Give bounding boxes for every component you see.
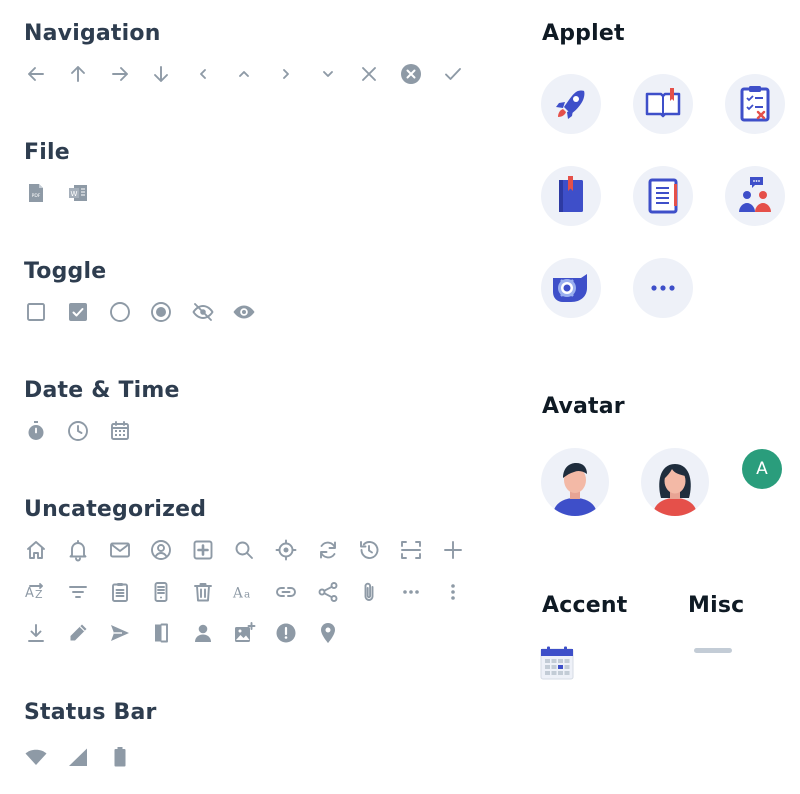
male-avatar[interactable] [541,448,609,516]
section-title-accent: Accent [542,593,628,618]
section-title-status-bar: Status Bar [24,700,157,725]
section-title-avatar: Avatar [542,394,625,419]
female-avatar[interactable] [641,448,709,516]
font-icon[interactable]: Aa [232,580,256,604]
section-title-misc: Misc [688,593,745,618]
attachment-icon[interactable] [357,580,381,604]
arrow-down-icon[interactable] [149,62,173,86]
checkbox-empty-icon[interactable] [24,300,48,324]
plus-square-icon[interactable] [191,538,215,562]
checkbox-checked-icon[interactable] [66,300,90,324]
svg-text:A: A [232,586,243,602]
locate-icon[interactable] [274,538,298,562]
notebook-icon[interactable] [541,166,601,226]
arrow-right-icon[interactable] [108,62,132,86]
link-icon[interactable] [274,580,298,604]
sort-az-icon[interactable]: AZ [24,580,48,604]
calendar-accent-icon[interactable] [540,646,574,680]
book-icon[interactable] [633,74,693,134]
alert-icon[interactable] [274,621,298,645]
mail-icon[interactable] [108,538,132,562]
eye-off-icon[interactable] [191,300,215,324]
chevron-left-icon[interactable] [191,62,215,86]
battery-icon [108,745,132,769]
share-icon[interactable] [316,580,340,604]
clipboard-icon[interactable] [108,580,132,604]
rocket-icon[interactable] [541,74,601,134]
signal-icon [66,745,90,769]
bell-icon[interactable] [66,538,90,562]
stopwatch-icon[interactable] [24,419,48,443]
plus-icon[interactable] [441,538,465,562]
word-file-icon[interactable]: W [66,181,90,205]
wifi-icon [24,745,48,769]
search-icon[interactable] [232,538,256,562]
chevron-down-icon[interactable] [316,62,340,86]
add-image-icon[interactable] [232,621,256,645]
eye-icon[interactable] [232,300,256,324]
svg-text:Z: Z [35,588,43,601]
chevron-up-icon[interactable] [232,62,256,86]
calendar-icon[interactable] [108,419,132,443]
scan-icon[interactable] [399,538,423,562]
checklist-icon[interactable] [725,74,785,134]
gear-folder-icon[interactable] [541,258,601,318]
arrow-up-icon[interactable] [66,62,90,86]
chevron-right-icon[interactable] [274,62,298,86]
pdf-file-icon[interactable]: PDF [24,181,48,205]
pencil-icon[interactable] [66,621,90,645]
more-horizontal-icon[interactable] [399,580,423,604]
more-vertical-icon[interactable] [441,580,465,604]
phone-icon[interactable] [149,580,173,604]
trash-icon[interactable] [191,580,215,604]
misc-divider-handle [694,648,732,653]
svg-text:W: W [71,190,78,198]
section-title-navigation: Navigation [24,21,161,46]
radio-empty-icon[interactable] [108,300,132,324]
refresh-icon[interactable] [316,538,340,562]
team-chat-icon[interactable] [725,166,785,226]
close-circle-icon[interactable] [399,62,423,86]
svg-text:A: A [25,586,34,601]
svg-text:a: a [244,589,250,601]
section-title-date-time: Date & Time [24,378,180,403]
more-icon[interactable] [633,258,693,318]
document-icon[interactable] [633,166,693,226]
filter-icon[interactable] [66,580,90,604]
check-icon[interactable] [441,62,465,86]
location-pin-icon[interactable] [316,621,340,645]
clock-icon[interactable] [66,419,90,443]
section-title-toggle: Toggle [24,259,107,284]
letter-avatar[interactable]: A [742,449,782,489]
download-icon[interactable] [24,621,48,645]
history-icon[interactable] [357,538,381,562]
home-icon[interactable] [24,538,48,562]
radio-selected-icon[interactable] [149,300,173,324]
arrow-left-icon[interactable] [24,62,48,86]
close-icon[interactable] [357,62,381,86]
send-icon[interactable] [108,621,132,645]
person-icon[interactable] [191,621,215,645]
section-title-uncategorized: Uncategorized [24,497,207,522]
section-title-file: File [24,140,70,165]
svg-text:PDF: PDF [32,193,41,199]
section-title-applet: Applet [542,21,625,46]
door-icon[interactable] [149,621,173,645]
user-circle-icon[interactable] [149,538,173,562]
